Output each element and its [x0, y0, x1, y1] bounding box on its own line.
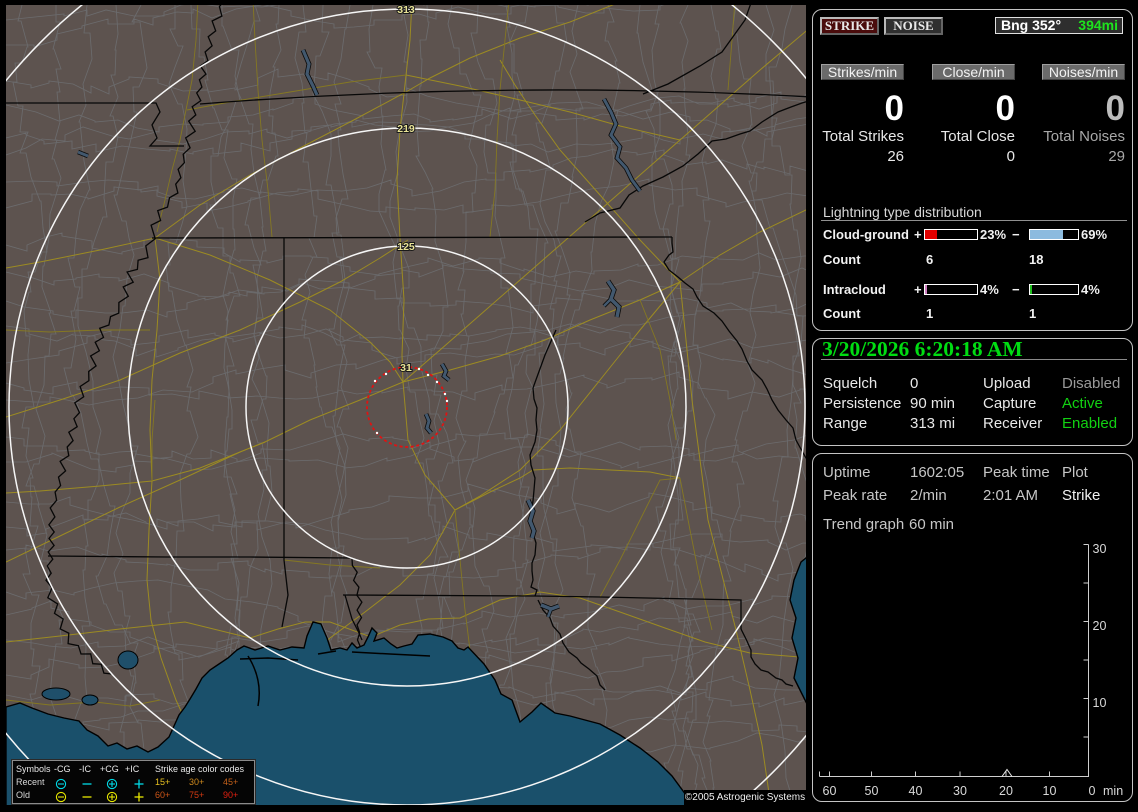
svg-text:50: 50 — [865, 784, 879, 798]
svg-text:10: 10 — [1043, 784, 1057, 798]
svg-text:125: 125 — [397, 241, 415, 253]
svg-text:313: 313 — [397, 5, 415, 16]
svg-text:60: 60 — [823, 784, 837, 798]
svg-text:0: 0 — [1089, 784, 1096, 798]
svg-text:30: 30 — [953, 784, 967, 798]
svg-text:20: 20 — [999, 784, 1013, 798]
svg-text:40: 40 — [909, 784, 923, 798]
svg-text:30: 30 — [1093, 542, 1107, 556]
svg-text:10: 10 — [1093, 696, 1107, 710]
svg-text:219: 219 — [397, 123, 415, 135]
svg-text:20: 20 — [1093, 619, 1107, 633]
svg-text:31: 31 — [400, 362, 412, 374]
svg-text:min: min — [1103, 784, 1123, 798]
